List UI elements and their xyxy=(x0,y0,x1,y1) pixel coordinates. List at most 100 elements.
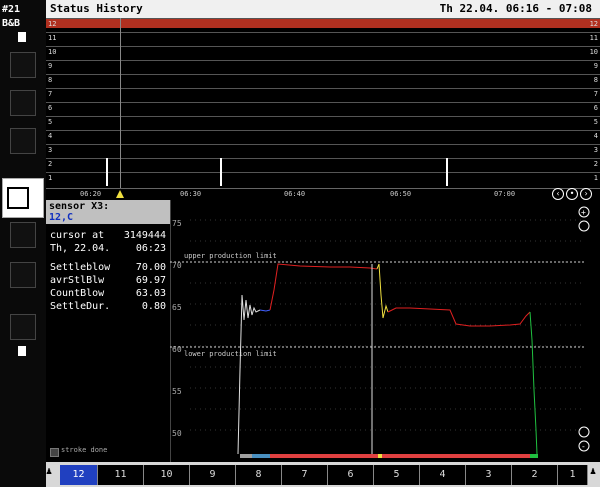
sensor-title: sensor X3: xyxy=(49,201,110,212)
center-icon[interactable]: • xyxy=(566,188,578,200)
document-icon-2[interactable] xyxy=(18,346,26,356)
sensor-info-header: sensor X3: 12,C xyxy=(46,200,170,224)
page-title: Status History xyxy=(50,2,143,15)
cursor-time: 06:23 xyxy=(135,243,166,254)
person-icon[interactable]: ♟ xyxy=(46,466,56,484)
station-12[interactable]: 12 xyxy=(60,465,98,485)
y-label: 70 xyxy=(172,261,182,270)
strip-red-1 xyxy=(270,454,378,458)
lane-label-right: 3 xyxy=(593,146,598,154)
measure-icon[interactable] xyxy=(10,90,36,116)
y-label: 60 xyxy=(172,345,182,354)
history-cursor-line[interactable] xyxy=(120,18,121,188)
lower-limit-label: lower production limit xyxy=(184,350,277,358)
lane-label-right: 5 xyxy=(593,118,598,126)
lane-label-left: 4 xyxy=(48,132,53,140)
lane-label-left: 9 xyxy=(48,62,53,70)
lane-label-left: 7 xyxy=(48,90,53,98)
history-lane: 33 xyxy=(46,144,600,156)
sensor-info-panel: sensor X3: 12,C cursor at 3149444 Th, 22… xyxy=(46,200,171,462)
y-label: 55 xyxy=(172,387,182,396)
status-history-panel[interactable]: 12 12 11 11 10 10 9 9 8 8 7 7 6 6 5 5 4 4 3 3 2 2 1 1 xyxy=(46,18,600,198)
history-time-axis: 06:20 06:30 06:40 06:50 07:00 ‹ • › xyxy=(46,188,600,200)
time-tick: 06:20 xyxy=(80,190,102,198)
time-tick: 06:30 xyxy=(180,190,202,198)
sensor-chart[interactable]: upper production limit lower production … xyxy=(170,200,600,462)
strip-red-2 xyxy=(382,454,530,458)
station-8[interactable]: 8 xyxy=(236,465,282,485)
lane-label-right: 11 xyxy=(589,34,598,42)
settleblow-value: 70.00 xyxy=(135,262,166,273)
weight-icon[interactable] xyxy=(10,262,36,288)
station-9[interactable]: 9 xyxy=(190,465,236,485)
zoom-in-glyph: + xyxy=(581,208,586,217)
lane-label-right: 1 xyxy=(593,174,598,182)
strip-yellow xyxy=(378,454,382,458)
history-lane: 44 xyxy=(46,130,600,142)
history-lane: 11 11 xyxy=(46,32,600,44)
history-lane: 11 xyxy=(46,172,600,184)
prev-icon[interactable]: ‹ xyxy=(552,188,564,200)
settleblow-label: Settleblow xyxy=(50,262,111,273)
station-2[interactable]: 2 xyxy=(512,465,558,485)
time-tick: 06:40 xyxy=(284,190,306,198)
station-5[interactable]: 5 xyxy=(374,465,420,485)
avrstlblw-label: avrStlBlw xyxy=(50,275,105,286)
trace-red-mid xyxy=(387,307,531,327)
history-lane: 66 xyxy=(46,102,600,114)
cursor-marker-icon[interactable] xyxy=(116,190,124,198)
lane-label-left: 10 xyxy=(48,48,57,56)
station-11[interactable]: 11 xyxy=(98,465,144,485)
scroll-down-icon[interactable] xyxy=(578,426,590,438)
lane-label-right: 8 xyxy=(593,76,598,84)
y-label: 75 xyxy=(172,219,182,228)
lane-label-right: 9 xyxy=(593,62,598,70)
next-icon[interactable]: › xyxy=(580,188,592,200)
stroke-done-label: stroke done xyxy=(61,446,108,454)
stroke-done-indicator xyxy=(50,448,59,457)
tool-icon[interactable] xyxy=(10,128,36,154)
station-1[interactable]: 1 xyxy=(558,465,588,485)
history-lane: 99 xyxy=(46,60,600,72)
calendar-icon[interactable] xyxy=(10,314,36,340)
lane-label-left: 6 xyxy=(48,104,53,112)
settledur-label: SettleDur. xyxy=(50,301,111,312)
history-lane: 55 xyxy=(46,116,600,128)
press-icon[interactable] xyxy=(10,52,36,78)
lane-label-right: 6 xyxy=(593,104,598,112)
y-label: 65 xyxy=(172,303,182,312)
history-marker xyxy=(107,158,108,186)
station-4[interactable]: 4 xyxy=(420,465,466,485)
station-7[interactable]: 7 xyxy=(282,465,328,485)
lane-label-left: 11 xyxy=(48,34,57,42)
lane-label-left: 5 xyxy=(48,118,53,126)
lane-label-left: 12 xyxy=(48,20,57,28)
cursor-date: Th, 22.04. xyxy=(50,243,111,254)
trace-red-main xyxy=(269,263,378,311)
title-bar: Status History Th 22.04. 06:16 - 07:08 xyxy=(46,0,600,18)
station-10[interactable]: 10 xyxy=(144,465,190,485)
lane-label-right: 7 xyxy=(593,90,598,98)
strip-green xyxy=(530,454,538,458)
history-lane: 22 xyxy=(46,158,600,170)
scroll-up-icon[interactable] xyxy=(578,220,590,232)
report-icon[interactable] xyxy=(10,222,36,248)
time-range: Th 22.04. 06:16 - 07:08 xyxy=(439,2,592,15)
trace-green-drop xyxy=(529,311,538,455)
status-history-icon[interactable] xyxy=(2,178,44,218)
document-icon[interactable] xyxy=(18,32,26,42)
trace-yellow-spike xyxy=(376,263,389,319)
station-3[interactable]: 3 xyxy=(466,465,512,485)
station-bar: ♟ 12 11 10 9 8 7 6 5 4 3 2 1 ♟ xyxy=(46,462,600,487)
time-tick: 06:50 xyxy=(390,190,412,198)
zoom-out-glyph: - xyxy=(581,442,586,451)
history-lane: 12 12 xyxy=(46,18,600,30)
strip-blue xyxy=(252,454,270,458)
person-icon-right[interactable]: ♟ xyxy=(590,466,600,484)
y-label: 50 xyxy=(172,429,182,438)
avrstlblw-value: 69.97 xyxy=(135,275,166,286)
time-tick: 07:00 xyxy=(494,190,516,198)
left-sidebar: #21 B&B xyxy=(0,0,46,487)
station-6[interactable]: 6 xyxy=(328,465,374,485)
countblow-label: CountBlow xyxy=(50,288,105,299)
